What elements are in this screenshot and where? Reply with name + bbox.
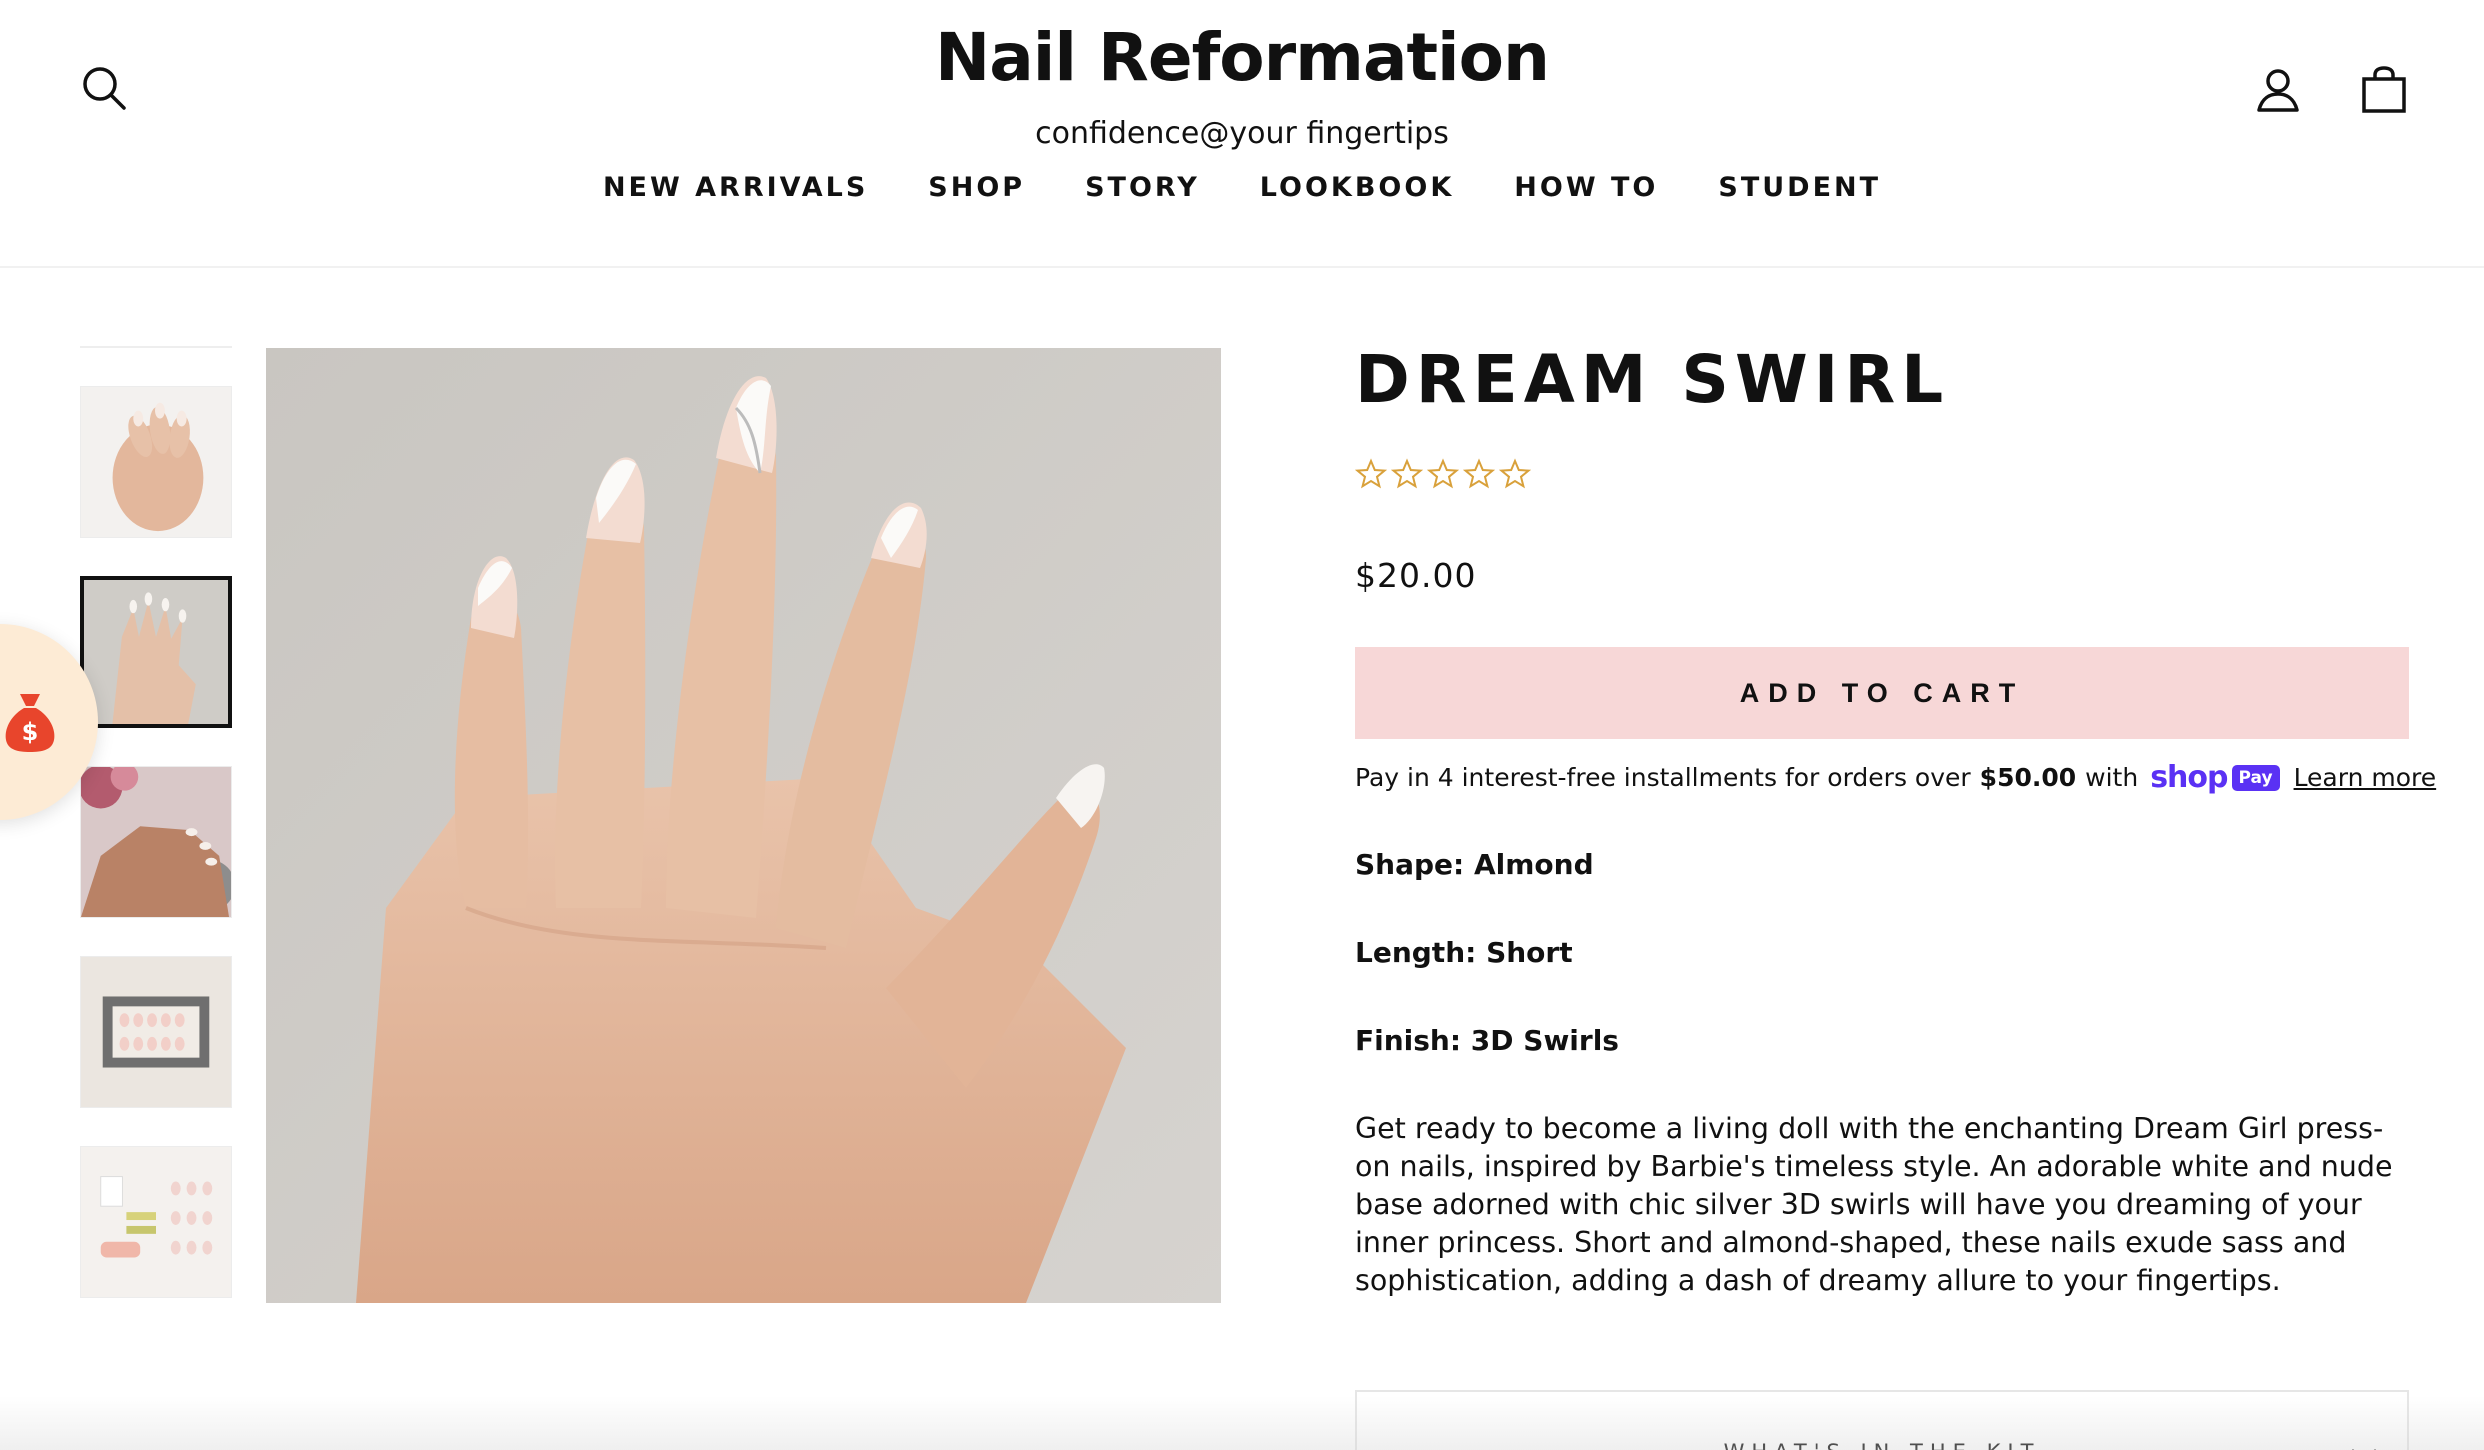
kit-accordion-label: WHAT'S IN THE KIT — [1724, 1440, 2041, 1450]
thumbnail-hand-front[interactable] — [80, 576, 232, 728]
brand-tagline: confidence@your fingertips — [1035, 116, 1449, 151]
thumbnail-nail-box[interactable] — [80, 956, 232, 1108]
installments-amount: $50.00 — [1979, 763, 2077, 792]
nav-item-story[interactable]: STORY — [1085, 172, 1200, 203]
nav-item-shop[interactable]: SHOP — [928, 172, 1025, 203]
shop-pay-logo: shop Pay — [2150, 760, 2280, 795]
learn-more-link[interactable]: Learn more — [2294, 763, 2437, 792]
brand-logo[interactable]: Nail Reformation — [0, 18, 2484, 98]
star-outline-icon — [1427, 458, 1459, 489]
product-description: Get ready to become a living doll with t… — [1355, 1112, 2393, 1297]
star-outline-icon — [1463, 458, 1495, 489]
product-info: DREAM SWIRL $20.00 ADD TO CART Pay in 4 … — [1355, 340, 2436, 1450]
thumbnail-image — [81, 957, 231, 1107]
user-icon — [2257, 69, 2299, 112]
thumbnail-image — [84, 580, 228, 724]
shop-pay-installments: Pay in 4 interest-free installments for … — [1355, 760, 2436, 795]
shop-pay-wordmark: shop — [2150, 760, 2228, 795]
shopping-bag-icon — [2362, 66, 2406, 113]
cart-button[interactable] — [2348, 54, 2420, 126]
spec-shape: Shape: Almond — [1355, 848, 1594, 881]
star-outline-icon — [1391, 458, 1423, 489]
thumbnail-image — [81, 387, 231, 537]
hand-with-nails-image — [266, 348, 1221, 1303]
add-to-cart-button[interactable]: ADD TO CART — [1355, 647, 2409, 739]
product-main-image[interactable] — [266, 348, 1221, 1303]
main-nav: NEW ARRIVALS SHOP STORY LOOKBOOK HOW TO … — [0, 172, 2484, 203]
product-price: $20.00 — [1355, 556, 1477, 595]
nav-item-lookbook[interactable]: LOOKBOOK — [1260, 172, 1454, 203]
product-rating[interactable] — [1355, 458, 1531, 490]
star-outline-icon — [1499, 458, 1531, 489]
thumbnail-kit-contents[interactable] — [80, 1146, 232, 1298]
site-header: Nail Reformation confidence@your fingert… — [0, 0, 2484, 268]
star-outline-icon — [1355, 458, 1387, 489]
installments-prefix: Pay in 4 interest-free installments for … — [1355, 763, 1971, 792]
thumbnail-hand-flowers[interactable] — [80, 766, 232, 918]
account-button[interactable] — [2244, 56, 2312, 124]
whats-in-the-kit-accordion[interactable]: WHAT'S IN THE KIT — [1355, 1390, 2409, 1450]
shop-pay-badge: Pay — [2231, 764, 2280, 791]
spec-finish: Finish: 3D Swirls — [1355, 1024, 1619, 1057]
add-to-cart-label: ADD TO CART — [1739, 677, 2025, 708]
thumbnail-scroll-edge — [80, 346, 232, 348]
thumbnail-image — [81, 1147, 231, 1297]
installments-suffix: with — [2085, 763, 2139, 792]
money-bag-icon: $ — [5, 694, 55, 752]
thumbnail-image — [81, 767, 231, 917]
nav-item-how-to[interactable]: HOW TO — [1514, 172, 1658, 203]
nav-item-new-arrivals[interactable]: NEW ARRIVALS — [603, 172, 868, 203]
nav-item-student[interactable]: STUDENT — [1718, 172, 1881, 203]
product-title: DREAM SWIRL — [1355, 341, 1950, 418]
svg-text:$: $ — [22, 718, 39, 746]
brand: Nail Reformation confidence@your fingert… — [0, 18, 2484, 154]
chevron-down-icon — [2351, 1449, 2377, 1450]
spec-length: Length: Short — [1355, 936, 1573, 969]
thumbnail-hand-curled[interactable] — [80, 386, 232, 538]
